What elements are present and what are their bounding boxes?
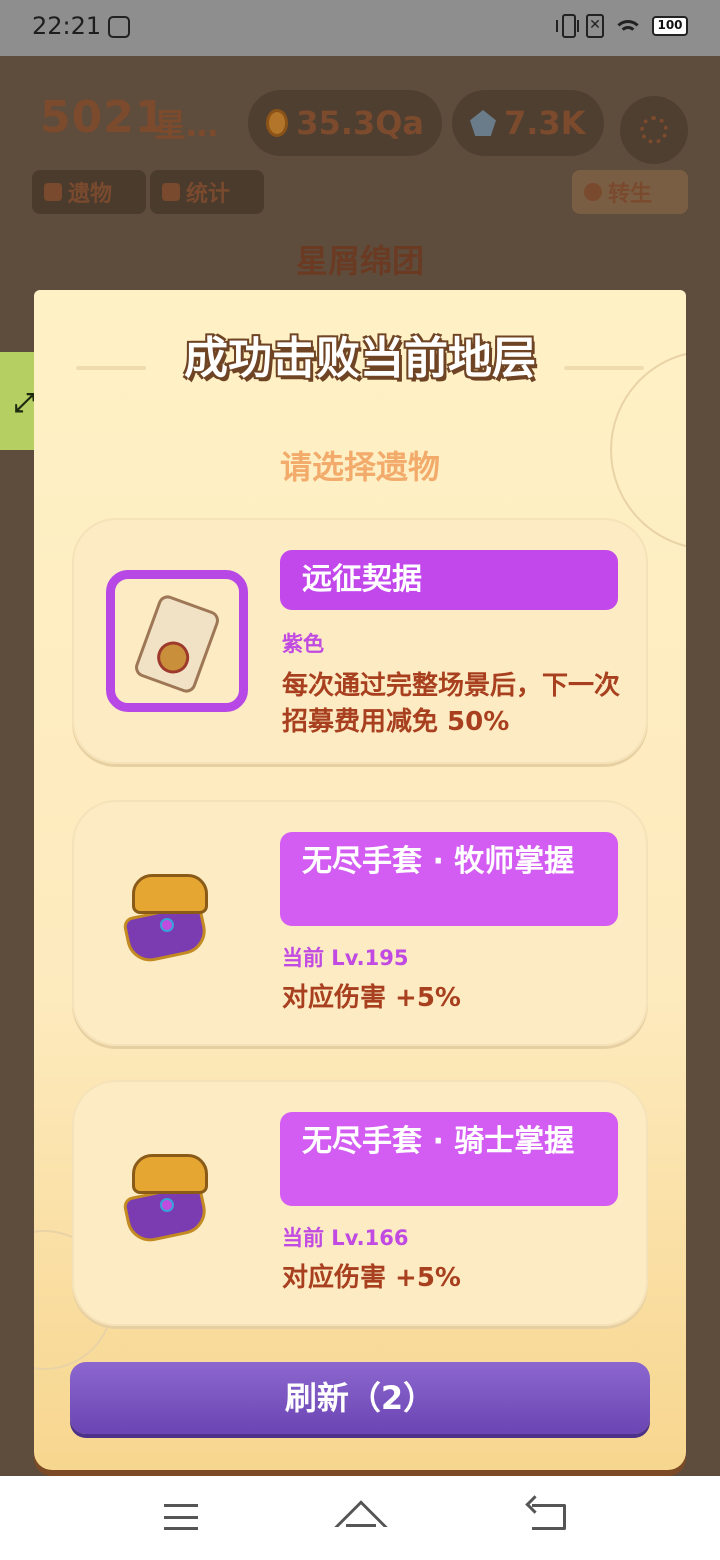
gem-icon (470, 110, 496, 136)
system-navigation-bar (0, 1476, 720, 1560)
vibrate-icon (556, 14, 579, 38)
title-divider (564, 366, 644, 370)
back-icon[interactable] (532, 1504, 566, 1530)
chart-icon (162, 183, 180, 201)
floor-counter: 5021 (40, 92, 167, 143)
relics-tab-button[interactable]: 遗物 (32, 170, 146, 214)
status-bar: 22:21 ✕ 100 (0, 0, 720, 56)
relic-option-card[interactable]: 远征契据 紫色 每次通过完整场景后，下一次招募费用减免 50% (72, 518, 648, 764)
boss-name: 星屑绵团 (295, 242, 424, 280)
bag-icon (44, 183, 62, 201)
app-notification-icon (108, 16, 130, 38)
relic-level: 当前 Lv.166 (282, 1226, 409, 1250)
rebirth-button[interactable]: 转生 (572, 170, 688, 214)
coin-value: 35.3Qa (296, 104, 424, 142)
battery-icon: 100 (652, 16, 688, 36)
relic-icon-frame (106, 570, 248, 712)
gauntlet-icon (121, 1154, 212, 1246)
gauntlet-icon (121, 874, 212, 966)
stats-tab-label: 统计 (186, 182, 231, 207)
relic-name: 无尽手套 · 牧师掌握 (280, 832, 618, 926)
relics-tab-label: 遗物 (68, 182, 113, 207)
relic-option-card[interactable]: 无尽手套 · 骑士掌握 当前 Lv.166 对应伤害 +5% (72, 1080, 648, 1326)
coin-balance: 35.3Qa (248, 90, 442, 156)
rebirth-label: 转生 (608, 182, 653, 207)
relic-selection-modal: 成功击败当前地层 请选择遗物 远征契据 紫色 每次通过完整场景后，下一次招募费用… (34, 290, 686, 1470)
home-icon[interactable] (338, 1500, 384, 1532)
relic-option-card[interactable]: 无尽手套 · 牧师掌握 当前 Lv.195 对应伤害 +5% (72, 800, 648, 1046)
gear-icon (640, 116, 668, 144)
relic-name: 远征契据 (280, 550, 618, 610)
modal-subtitle: 请选择遗物 (279, 448, 440, 486)
rebirth-icon (584, 183, 602, 201)
relic-description: 对应伤害 +5% (282, 1263, 461, 1293)
no-sim-icon: ✕ (586, 14, 604, 38)
title-divider (76, 366, 146, 370)
refresh-button[interactable]: 刷新（2） (70, 1362, 650, 1434)
relic-icon-frame (106, 1132, 248, 1274)
scroll-icon (132, 592, 222, 696)
relic-level: 当前 Lv.195 (282, 946, 409, 970)
relic-name: 无尽手套 · 骑士掌握 (280, 1112, 618, 1206)
relic-rarity: 紫色 (282, 632, 324, 656)
relic-description: 对应伤害 +5% (282, 983, 461, 1013)
stats-tab-button[interactable]: 统计 (150, 170, 264, 214)
settings-button[interactable] (620, 96, 688, 164)
relic-description: 每次通过完整场景后，下一次招募费用减免 50% (282, 671, 621, 737)
status-time: 22:21 (32, 12, 102, 40)
wifi-icon (614, 14, 642, 38)
relic-icon-frame (106, 852, 248, 994)
coin-icon (266, 109, 289, 137)
modal-title: 成功击败当前地层 (184, 333, 536, 384)
expand-arrows-icon: ⤢ (14, 388, 35, 418)
gem-balance: 7.3K (452, 90, 604, 156)
status-icons: ✕ 100 (556, 14, 688, 38)
recent-apps-icon[interactable] (164, 1504, 198, 1530)
gem-value: 7.3K (504, 104, 586, 142)
floor-counter-suffix: 星… (154, 106, 219, 144)
